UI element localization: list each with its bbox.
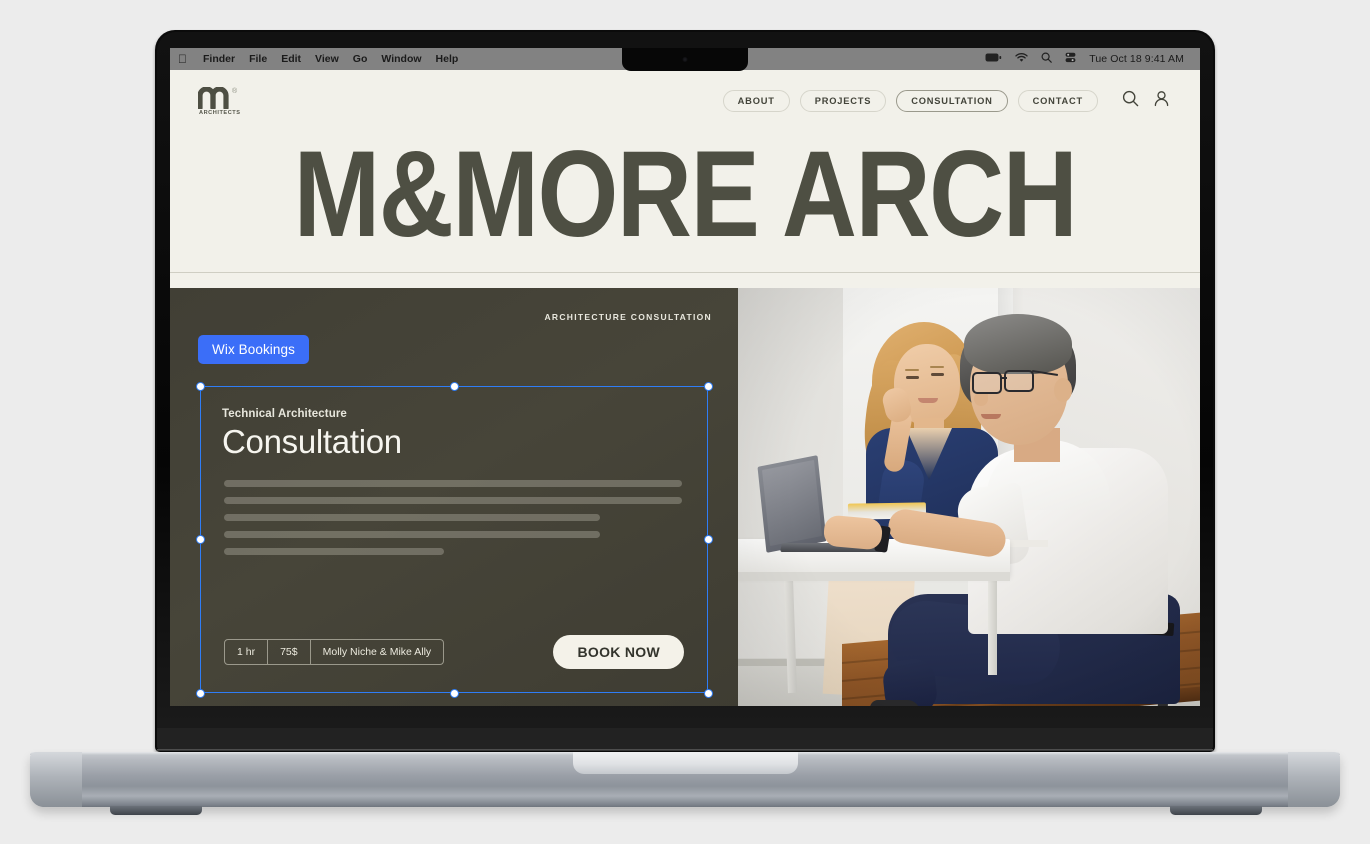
service-staff: Molly Niche & Mike Ally — [322, 646, 432, 658]
apple-logo-icon[interactable]:  — [178, 53, 187, 65]
menu-item-file[interactable]: File — [249, 53, 267, 65]
menubar-items:  Finder File Edit View Go Window Help — [178, 53, 458, 65]
service-description-placeholder — [224, 479, 682, 555]
menubar-status-area: Tue Oct 18 9:41 AM — [985, 52, 1192, 66]
menu-item-finder[interactable]: Finder — [203, 53, 235, 65]
screenshot-stage:  Finder File Edit View Go Window Help — [0, 0, 1370, 844]
wix-bookings-app-label[interactable]: Wix Bookings — [198, 335, 309, 364]
webcam-icon — [682, 57, 688, 62]
laptop-foot-right — [1170, 806, 1262, 815]
laptop-mockup:  Finder File Edit View Go Window Help — [0, 0, 1370, 844]
nav-item-about[interactable]: ABOUT — [722, 90, 790, 112]
website-canvas: ® ARCHITECTS ABOUT PROJECTS CONSULTATION… — [170, 70, 1200, 706]
brand-subtitle: ARCHITECTS — [199, 109, 241, 116]
menubar-clock[interactable]: Tue Oct 18 9:41 AM — [1089, 53, 1184, 65]
control-center-icon[interactable] — [1065, 52, 1076, 66]
section-eyebrow: ARCHITECTURE CONSULTATION — [544, 312, 712, 322]
nav-icon-group — [1122, 90, 1170, 112]
service-duration: 1 hr — [225, 640, 269, 664]
laptop-foot-left — [110, 806, 202, 815]
service-footer: 1 hr 75$ Molly Niche & Mike Ally BOOK NO… — [224, 635, 684, 669]
service-category: Technical Architecture — [222, 408, 347, 420]
placeholder-line — [224, 513, 600, 521]
laptop-base-right-cap — [1288, 752, 1340, 807]
laptop-notch — [622, 48, 748, 71]
nav-item-contact[interactable]: CONTACT — [1017, 90, 1098, 112]
brand-mark: ® — [198, 86, 238, 109]
m-monogram-icon — [198, 86, 229, 109]
menu-item-window[interactable]: Window — [381, 53, 421, 65]
photo-vignette — [738, 288, 1200, 706]
laptop-base-left-cap — [30, 752, 82, 807]
placeholder-line — [224, 547, 444, 555]
service-meta-group: 1 hr 75$ Molly Niche & Mike Ally — [224, 639, 445, 665]
laptop-base-notch — [573, 752, 798, 774]
nav-item-projects[interactable]: PROJECTS — [799, 90, 887, 112]
booking-panel: ARCHITECTURE CONSULTATION Wix Bookings T… — [170, 288, 738, 706]
account-icon[interactable] — [1153, 90, 1170, 112]
consultation-photo — [738, 288, 1200, 706]
booking-section: ARCHITECTURE CONSULTATION Wix Bookings T… — [170, 288, 1200, 706]
laptop-chin — [157, 728, 1213, 750]
nav-item-consultation[interactable]: CONSULTATION — [896, 90, 1008, 112]
hero-divider — [170, 272, 1200, 273]
page-title: M&MORE ARCH — [293, 126, 1078, 264]
site-header: ® ARCHITECTS ABOUT PROJECTS CONSULTATION… — [170, 70, 1200, 132]
search-icon[interactable] — [1041, 52, 1053, 66]
menu-item-go[interactable]: Go — [353, 53, 368, 65]
brand-logo[interactable]: ® ARCHITECTS — [198, 86, 241, 116]
placeholder-line — [224, 496, 682, 504]
book-now-button[interactable]: BOOK NOW — [553, 635, 684, 669]
search-icon[interactable] — [1122, 90, 1139, 112]
primary-nav: ABOUT PROJECTS CONSULTATION CONTACT — [722, 90, 1170, 112]
service-card[interactable]: Technical Architecture Consultation 1 hr… — [200, 386, 708, 693]
placeholder-line — [224, 530, 600, 538]
service-price: 75$ — [268, 640, 311, 664]
placeholder-line — [224, 479, 682, 487]
registered-mark: ® — [232, 87, 238, 95]
menu-item-help[interactable]: Help — [436, 53, 459, 65]
wifi-icon[interactable] — [1015, 52, 1028, 66]
laptop-chin-edge — [157, 749, 1213, 751]
laptop-screen:  Finder File Edit View Go Window Help — [170, 48, 1200, 706]
battery-icon[interactable] — [985, 53, 1002, 65]
service-title: Consultation — [222, 423, 402, 460]
menu-item-edit[interactable]: Edit — [281, 53, 301, 65]
menu-item-view[interactable]: View — [315, 53, 339, 65]
hero-banner: M&MORE ARCH — [170, 132, 1200, 272]
